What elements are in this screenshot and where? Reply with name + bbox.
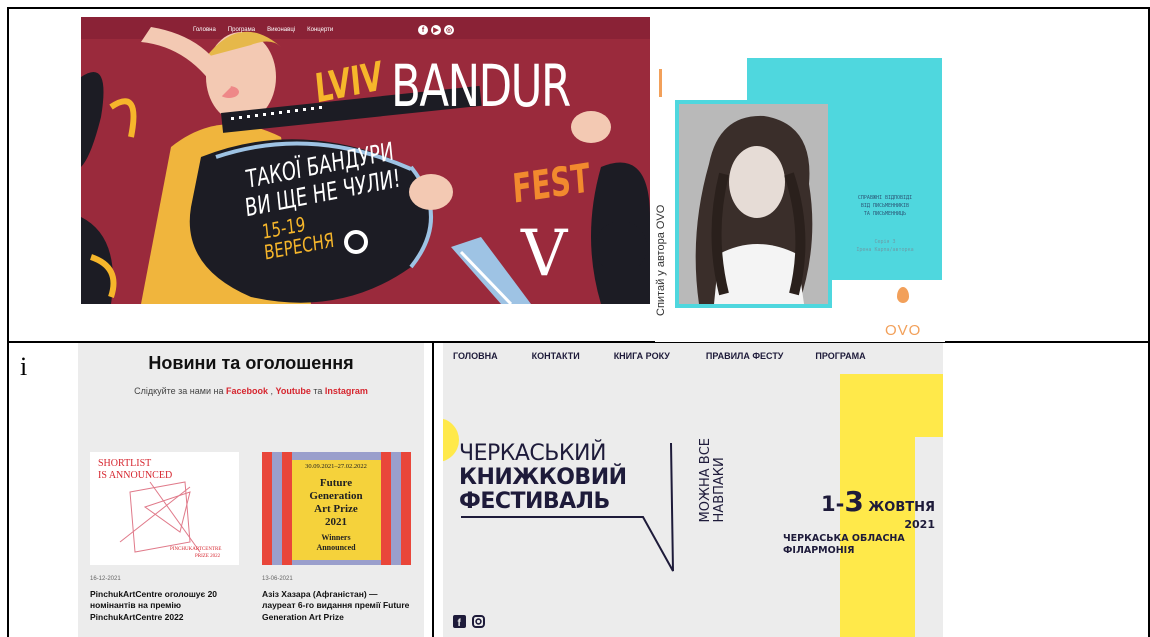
ovo-screenshot: Спитай у автора OVO СПРАВЖНІ ВІДПОВІДІ В… (655, 58, 945, 342)
bandur-nav-home[interactable]: Головна (193, 27, 216, 33)
facebook-icon[interactable]: f (453, 615, 466, 633)
cbf-slogan-line2: НАВПАКИ (712, 457, 728, 523)
news-sep2: та (310, 386, 325, 396)
news-card-2-image[interactable]: 30.09.2021–27.02.2022 Future Generation … (262, 452, 411, 565)
cbf-slogan-line1: МОЖНА ВСЕ (698, 438, 713, 523)
news-title: Новини та оголошення (148, 353, 354, 373)
cherkasy-book-fest-screenshot: ГОЛОВНА КОНТАКТИ КНИГА РОКУ ПРАВИЛА ФЕСТ… (443, 343, 943, 637)
shortlist-line1: SHORTLIST (98, 458, 151, 469)
instagram-icon[interactable] (472, 615, 485, 633)
fgap-line2: Generation (309, 490, 362, 502)
fgap-line1: Future (320, 477, 352, 489)
instagram-link[interactable]: Instagram (325, 386, 368, 396)
news-card-1-title[interactable]: PinchukArtCentre оголошує 20 номінантів … (90, 589, 240, 623)
bandur-fest-screenshot: Головна Програма Виконавці Концерти f ▶ … (81, 17, 650, 304)
news-follow-prefix: Слідкуйте за нами на (134, 386, 224, 396)
ovo-photo-frame (675, 100, 832, 308)
bandur-nav-performers[interactable]: Виконавці (267, 27, 295, 33)
youtube-icon[interactable]: ▶ (431, 25, 441, 35)
shortlist-brand2: PRIZE 2022 (195, 554, 221, 559)
bandur-nav-concerts[interactable]: Концерти (307, 27, 333, 33)
ovo-tagline: СПРАВЖНІ ВІДПОВІДІ ВІД ПИСЬМЕННИКІВ ТА П… (835, 194, 935, 218)
table-border-top (7, 7, 1150, 9)
cbf-dates: 1-3 ЖОВТНЯ 2021 (821, 485, 935, 531)
fgap-line6: Announced (316, 543, 356, 552)
bandur-nav-program[interactable]: Програма (228, 27, 255, 33)
cbf-date-from: 1- (821, 492, 845, 516)
news-follow-line: Слідкуйте за нами на Facebook , Youtube … (78, 386, 424, 396)
news-screenshot: Новини та оголошення Слідкуйте за нами н… (78, 343, 424, 637)
ovo-vertical-text: Спитай у автора OVO (655, 204, 667, 316)
ovo-logo: OVO (885, 322, 922, 339)
shortlist-line2: IS ANNOUNCED (98, 470, 172, 481)
bandur-social: f ▶ ◎ (418, 25, 454, 35)
fgap-graphic: 30.09.2021–27.02.2022 Future Generation … (262, 452, 411, 565)
table-border-left (7, 7, 9, 637)
shortlist-brand1: PINCHUKARTCENTRE (170, 547, 221, 552)
news-sep1: , (268, 386, 276, 396)
facebook-icon[interactable]: f (418, 25, 428, 35)
instagram-icon[interactable]: ◎ (444, 25, 454, 35)
author-portrait (679, 104, 828, 304)
egg-icon (897, 287, 909, 303)
cbf-venue: ЧЕРКАСЬКА ОБЛАСНА ФІЛАРМОНІЯ (783, 533, 905, 556)
fgap-line5: Winners (321, 533, 350, 542)
shortlist-graphic: SHORTLIST IS ANNOUNCED PINCHUKARTCENTRE … (90, 452, 239, 565)
ovo-author: Ірена Карпа/авторка (856, 247, 914, 253)
news-card-1-image[interactable]: SHORTLIST IS ANNOUNCED PINCHUKARTCENTRE … (90, 452, 239, 565)
ovo-accent-bar (659, 69, 662, 97)
ovo-tagline-line3: ТА ПИСЬМЕННИЦЬ (863, 211, 907, 217)
bandur-edition: V (521, 217, 568, 291)
fgap-dates: 30.09.2021–27.02.2022 (305, 463, 367, 470)
ovo-tagline-line2: ВІД ПИСЬМЕННИКІВ (860, 203, 910, 209)
cbf-socials: f (453, 615, 485, 633)
bandur-nav: Головна Програма Виконавці Концерти (193, 27, 333, 33)
cbf-month: ЖОВТНЯ (863, 500, 935, 515)
ovo-tagline-line1: СПРАВЖНІ ВІДПОВІДІ (857, 195, 913, 201)
news-card-2-title[interactable]: Азіз Хазара (Афганістан) — лауреат 6-го … (262, 589, 412, 623)
ovo-author-block: Серія 3 Ірена Карпа/авторка (835, 238, 935, 254)
author-photo (679, 104, 828, 304)
youtube-link[interactable]: Youtube (276, 386, 311, 396)
cell-label: i (20, 352, 28, 381)
facebook-link[interactable]: Facebook (226, 386, 268, 396)
fgap-line4: 2021 (325, 516, 347, 528)
bandur-title: BANDUR (391, 52, 571, 120)
cbf-year: 2021 (904, 518, 935, 531)
cbf-date-to: 3 (844, 485, 864, 518)
news-card-1-date: 16-12-2021 (90, 576, 121, 582)
cbf-slogan: МОЖНА ВСЕ НАВПАКИ (698, 438, 728, 523)
ovo-episode: Серія 3 (874, 239, 896, 245)
table-border-inner (432, 343, 434, 637)
fgap-line3: Art Prize (314, 503, 358, 515)
news-card-2-date: 13-06-2021 (262, 576, 293, 582)
